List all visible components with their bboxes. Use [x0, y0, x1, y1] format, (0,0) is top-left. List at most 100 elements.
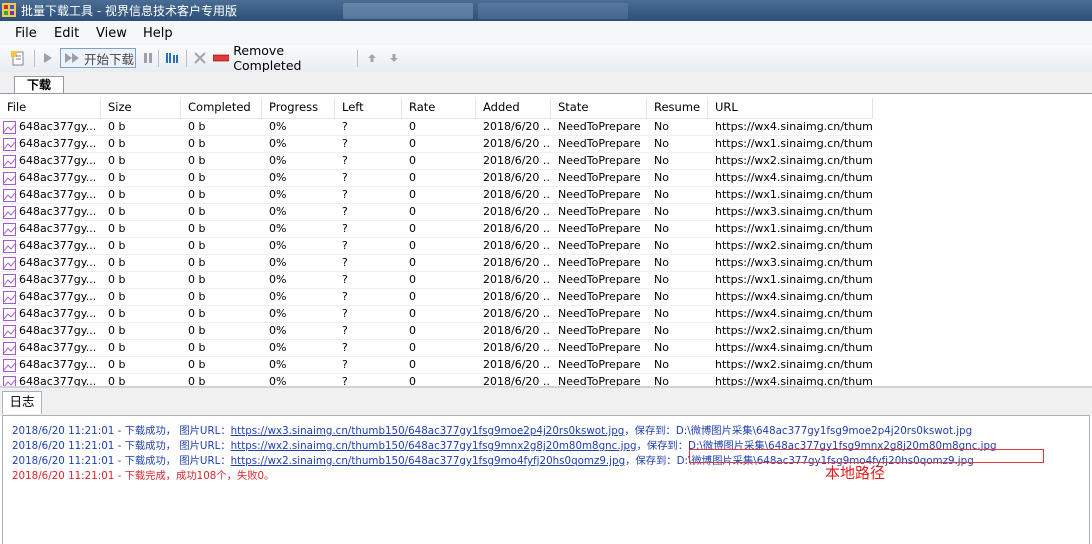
cell-state: NeedToPrepare [558, 239, 641, 252]
cell-rate: 0 [409, 273, 416, 286]
column-header-size[interactable]: Size [101, 98, 181, 118]
log-url-link[interactable]: https://wx2.sinaimg.cn/thumb150/648ac377… [231, 440, 637, 452]
menu-bar: File Edit View Help [0, 21, 1092, 45]
cell-left: ? [342, 358, 348, 371]
log-tab-strip [0, 388, 1092, 416]
cell-file: 648ac377gy... [0, 170, 101, 186]
pause-button[interactable] [141, 48, 155, 68]
image-file-icon [3, 324, 16, 338]
table-row[interactable]: 648ac377gy... 0 b 0 b 0%? 0 2018/6/20 ... Need… [0, 340, 873, 357]
table-row[interactable]: 648ac377gy... 0 b 0 b 0%? 0 2018/6/20 ... Need… [0, 272, 873, 289]
cell-progress: 0% [269, 239, 287, 252]
app-icon [2, 3, 16, 17]
cell-progress: 0% [269, 222, 287, 235]
cell-resume: No [654, 358, 669, 371]
cell-left: ? [342, 290, 348, 303]
table-row[interactable]: 648ac377gy... 0 b 0 b 0%? 0 2018/6/20 ... Need… [0, 136, 873, 153]
cell-size: 0 b [108, 307, 126, 320]
menu-file[interactable]: File [15, 26, 37, 41]
play-button[interactable] [40, 48, 56, 68]
cell-file: 648ac377gy... [0, 221, 101, 237]
cell-completed: 0 b [188, 137, 206, 150]
cell-state: NeedToPrepare [558, 341, 641, 354]
image-file-icon [3, 358, 16, 372]
move-up-button[interactable] [364, 48, 380, 68]
cell-url: https://wx4.sinaimg.cn/thumb... [715, 171, 873, 184]
remove-completed-button[interactable]: Remove Completed [213, 43, 351, 73]
table-row[interactable]: 648ac377gy... 0 b 0 b 0%? 0 2018/6/20 ... Need… [0, 323, 873, 340]
delete-button[interactable] [191, 48, 209, 68]
table-row[interactable]: 648ac377gy... 0 b 0 b 0%? 0 2018/6/20 ... Need… [0, 187, 873, 204]
cell-file: 648ac377gy... [0, 204, 101, 220]
tab-log[interactable]: 日志 [2, 391, 42, 414]
cell-completed: 0 b [188, 171, 206, 184]
cell-completed: 0 b [188, 120, 206, 133]
move-down-button[interactable] [386, 48, 402, 68]
table-row[interactable]: 648ac377gy... 0 b 0 b 0%? 0 2018/6/20 ... Need… [0, 170, 873, 187]
cell-resume: No [654, 171, 669, 184]
table-row[interactable]: 648ac377gy... 0 b 0 b 0%? 0 2018/6/20 ... Need… [0, 255, 873, 272]
log-url-link[interactable]: https://wx2.sinaimg.cn/thumb150/648ac377… [231, 455, 625, 467]
cell-resume: No [654, 154, 669, 167]
column-header-url[interactable]: URL [708, 98, 873, 118]
table-row[interactable]: 648ac377gy... 0 b 0 b 0%? 0 2018/6/20 ... Need… [0, 153, 873, 170]
cell-file: 648ac377gy... [0, 238, 101, 254]
cell-state: NeedToPrepare [558, 273, 641, 286]
cell-file: 648ac377gy... [0, 340, 101, 356]
cell-file: 648ac377gy... [0, 187, 101, 203]
file-name: 648ac377gy... [19, 154, 97, 167]
menu-view[interactable]: View [96, 26, 127, 41]
cell-resume: No [654, 290, 669, 303]
cell-size: 0 b [108, 256, 126, 269]
column-header-left[interactable]: Left [335, 98, 402, 118]
column-header-file[interactable]: File [0, 98, 101, 118]
pause-all-button[interactable] [163, 48, 181, 68]
cell-url: https://wx2.sinaimg.cn/thumb... [715, 324, 873, 337]
cell-size: 0 b [108, 239, 126, 252]
table-row[interactable]: 648ac377gy... 0 b 0 b 0%? 0 2018/6/20 ... Need… [0, 119, 873, 136]
cell-file: 648ac377gy... [0, 289, 101, 305]
table-row[interactable]: 648ac377gy... 0 b 0 b 0%? 0 2018/6/20 ... Need… [0, 221, 873, 238]
cell-added: 2018/6/20 ... [483, 188, 551, 201]
column-header-rate[interactable]: Rate [402, 98, 476, 118]
column-header-state[interactable]: State [551, 98, 647, 118]
table-row[interactable]: 648ac377gy... 0 b 0 b 0%? 0 2018/6/20 ... Need… [0, 289, 873, 306]
cell-url: https://wx1.sinaimg.cn/thumb... [715, 222, 873, 235]
play-icon [44, 53, 52, 63]
menu-edit[interactable]: Edit [54, 26, 79, 41]
cell-size: 0 b [108, 358, 126, 371]
table-row[interactable]: 648ac377gy... 0 b 0 b 0%? 0 2018/6/20 ... Need… [0, 306, 873, 323]
file-name: 648ac377gy... [19, 358, 97, 371]
toolbar-separator [158, 50, 159, 67]
log-url-link[interactable]: https://wx3.sinaimg.cn/thumb150/648ac377… [231, 425, 625, 437]
cell-progress: 0% [269, 273, 287, 286]
cell-state: NeedToPrepare [558, 120, 641, 133]
column-header-completed[interactable]: Completed [181, 98, 262, 118]
cell-file: 648ac377gy... [0, 272, 101, 288]
cell-added: 2018/6/20 ... [483, 205, 551, 218]
table-row[interactable]: 648ac377gy... 0 b 0 b 0%? 0 2018/6/20 ... Need… [0, 357, 873, 374]
cell-resume: No [654, 120, 669, 133]
cell-added: 2018/6/20 ... [483, 324, 551, 337]
delete-x-icon [194, 52, 206, 64]
cell-file: 648ac377gy... [0, 119, 101, 135]
menu-help[interactable]: Help [143, 26, 173, 41]
log-suffix: ，保存到：D:\微博图片采集\648ac377gy1fsg9moe2p4j20r… [624, 425, 973, 437]
cell-size: 0 b [108, 171, 126, 184]
cell-progress: 0% [269, 324, 287, 337]
start-download-button[interactable]: 开始下载 [60, 48, 136, 68]
cell-left: ? [342, 137, 348, 150]
table-row[interactable]: 648ac377gy... 0 b 0 b 0%? 0 2018/6/20 ... Need… [0, 204, 873, 221]
file-name: 648ac377gy... [19, 307, 97, 320]
cell-completed: 0 b [188, 307, 206, 320]
background-window-tab [478, 3, 628, 19]
column-header-resume[interactable]: Resume [647, 98, 708, 118]
remove-icon [213, 54, 230, 62]
column-header-added[interactable]: Added [476, 98, 551, 118]
new-download-button[interactable] [7, 48, 29, 68]
image-file-icon [3, 239, 16, 253]
column-header-progress[interactable]: Progress [262, 98, 335, 118]
log-summary: 2018/6/20 11:21:01 - 下载完成，成功108个，失败0。 [12, 470, 275, 482]
cell-state: NeedToPrepare [558, 290, 641, 303]
table-row[interactable]: 648ac377gy... 0 b 0 b 0%? 0 2018/6/20 ... Need… [0, 238, 873, 255]
